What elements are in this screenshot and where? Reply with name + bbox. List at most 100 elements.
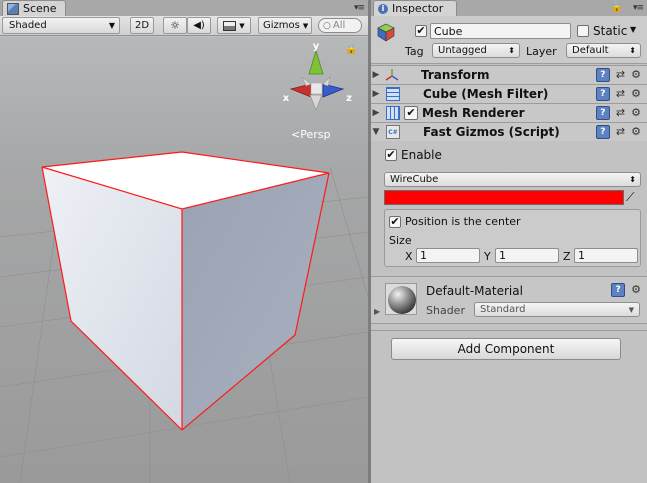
transform-icon [385,68,399,82]
size-y-value: 1 [499,249,506,262]
gear-icon[interactable]: ⚙ [631,88,641,100]
updown-arrows-icon: ⬍ [508,46,515,55]
inspector-panel: i Inspector 🔒 ▾≡ ✔ Cube Static ▼ Tag Unt… [371,0,647,483]
scene-tab-label: Scene [23,2,57,15]
scene-viewport[interactable]: y x z <Persp 🔒 [0,37,368,483]
material-preview[interactable] [385,283,417,315]
mesh-filter-icon [386,87,400,101]
component-actions: ? ⇄ ⚙ [595,68,641,82]
position-center-label: Position is the center [405,215,521,228]
material-section[interactable]: ▶ Default-Material Shader Standard ▼ ? ⚙ [371,276,647,324]
component-actions: ? ⇄ ⚙ [595,125,641,139]
static-checkbox[interactable] [577,25,589,37]
position-settings-box: ✔ Position is the center Size X 1 Y 1 Z … [384,209,641,267]
search-input[interactable]: ○ All [318,18,362,33]
preset-icon[interactable]: ⇄ [616,126,625,138]
toggle-2d-label: 2D [134,20,150,31]
scene-tab-bar: Scene ▾≡ [0,0,368,16]
cube-object-icon[interactable] [376,22,396,42]
foldout-arrow-icon[interactable]: ▶ [371,70,381,80]
gear-icon[interactable]: ⚙ [631,126,641,138]
enable-checkbox[interactable]: ✔ [385,149,397,161]
preset-icon[interactable]: ⇄ [616,107,625,119]
z-axis-label: z [346,93,352,104]
shading-mode-dropdown[interactable]: Shaded ▼ [2,17,120,34]
scene-toolbar: Shaded ▼ 2D ☼ ◀) ▼ Gizmos ▼ ○ All [0,16,368,36]
static-label: Static [593,24,628,38]
chevron-down-icon: ▼ [239,21,245,30]
component-header-mesh-filter[interactable]: ▶ Cube (Mesh Filter) ? ⇄ ⚙ [371,84,647,103]
toggle-2d-button[interactable]: 2D [130,17,154,34]
lock-icon[interactable]: 🔒 [611,2,623,13]
object-name-field[interactable]: Cube [430,23,571,39]
help-icon[interactable]: ? [595,106,610,120]
active-checkbox[interactable]: ✔ [415,25,427,37]
size-y-label: Y [484,250,491,263]
gizmos-dropdown[interactable]: Gizmos ▼ [258,17,312,34]
size-z-label: Z [563,250,571,263]
foldout-arrow-icon[interactable]: ▶ [371,108,381,118]
gear-icon[interactable]: ⚙ [631,69,641,81]
preset-icon[interactable]: ⇄ [616,88,625,100]
shader-dropdown[interactable]: Standard ▼ [474,302,640,317]
divider-line [371,330,647,331]
size-x-field[interactable]: 1 [416,248,480,263]
component-title: Cube (Mesh Filter) [423,87,549,101]
tag-dropdown[interactable]: Untagged ⬍ [432,43,520,58]
preset-icon[interactable]: ⇄ [616,69,625,81]
size-x-value: 1 [420,249,427,262]
effects-dropdown[interactable]: ▼ [217,17,251,34]
foldout-arrow-icon[interactable]: ▶ [371,89,381,99]
add-component-label: Add Component [457,342,555,356]
mesh-renderer-enabled-checkbox[interactable]: ✔ [404,106,418,120]
foldout-arrow-icon[interactable]: ▶ [374,307,380,316]
add-component-button[interactable]: Add Component [391,338,621,360]
layer-dropdown[interactable]: Default ⬍ [566,43,641,58]
material-name: Default-Material [426,284,523,298]
tab-scene[interactable]: Scene [2,0,66,16]
position-center-checkbox[interactable]: ✔ [389,216,401,228]
persp-chevron-icon: < [291,128,300,141]
perspective-label[interactable]: <Persp [291,128,330,141]
shading-mode-value: Shaded [9,20,47,31]
component-header-transform[interactable]: ▶ Transform ? ⇄ ⚙ [371,65,647,84]
component-title: Fast Gizmos (Script) [423,125,560,139]
size-z-field[interactable]: 1 [574,248,638,263]
material-actions: ? ⚙ [611,283,641,297]
search-icon: ○ [323,20,331,31]
inspector-tab-label: Inspector [392,2,444,15]
shader-label: Shader [426,304,465,317]
perspective-label-text: Persp [300,128,330,141]
tab-inspector[interactable]: i Inspector [373,0,457,16]
size-label: Size [389,234,412,247]
audio-toggle-button[interactable]: ◀) [187,17,211,34]
info-icon: i [378,3,388,14]
component-header-fast-gizmos[interactable]: ▼ C# Fast Gizmos (Script) ? ⇄ ⚙ [371,122,647,141]
component-title: Transform [421,68,490,82]
lighting-toggle-button[interactable]: ☼ [163,17,187,34]
shape-dropdown[interactable]: WireCube ⬍ [384,172,641,187]
foldout-arrow-open-icon[interactable]: ▼ [371,127,381,137]
scene-tab-icon [7,2,19,15]
help-icon[interactable]: ? [595,125,610,139]
updown-arrows-icon: ⬍ [629,175,636,184]
scene-tab-menu-icon[interactable]: ▾≡ [354,3,365,13]
size-y-field[interactable]: 1 [495,248,559,263]
help-icon[interactable]: ? [595,68,610,82]
gear-icon[interactable]: ⚙ [631,284,641,296]
help-icon[interactable]: ? [595,87,610,101]
inspector-tab-menu-icon[interactable]: ▾≡ [633,3,644,13]
layer-value: Default [572,45,609,56]
lock-icon[interactable]: 🔒 [345,43,357,55]
eyedropper-icon[interactable]: ⟋ [626,190,634,205]
gizmo-center-cube[interactable] [310,82,323,95]
shape-value: WireCube [390,174,439,185]
layer-label: Layer [526,45,557,58]
chevron-down-icon[interactable]: ▼ [630,25,636,34]
color-field[interactable] [384,190,624,205]
component-header-mesh-renderer[interactable]: ▶ ✔ Mesh Renderer ? ⇄ ⚙ [371,103,647,122]
gear-icon[interactable]: ⚙ [631,107,641,119]
scene-canvas[interactable]: y x z <Persp 🔒 [0,37,368,483]
help-icon[interactable]: ? [611,283,626,297]
sun-icon: ☼ [170,19,180,32]
